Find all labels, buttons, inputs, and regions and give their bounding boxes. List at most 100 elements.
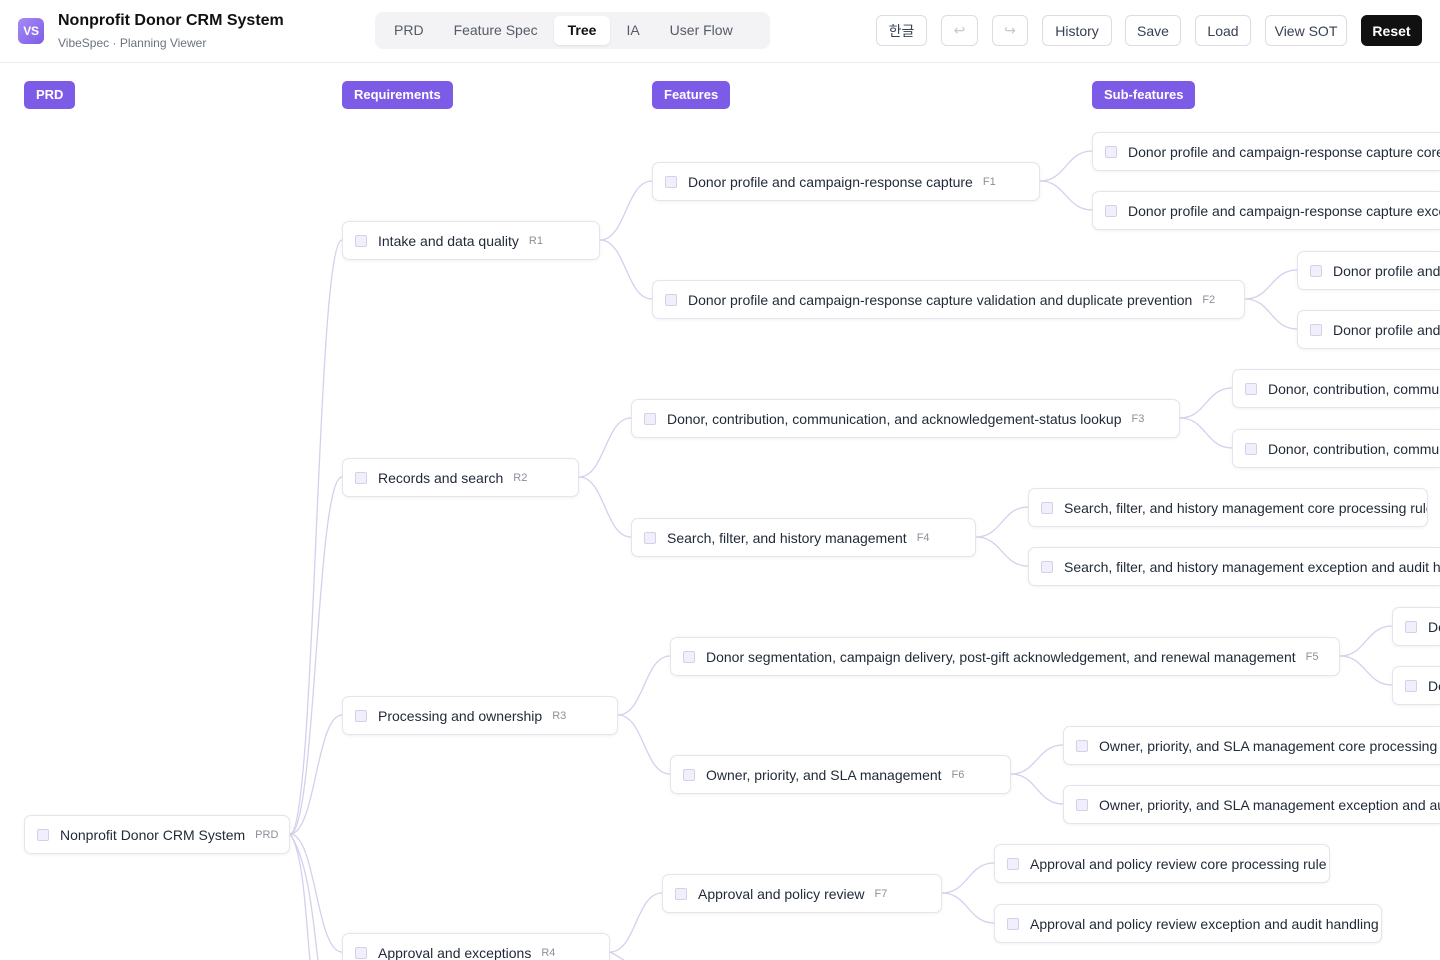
connector-f5-s10 <box>1339 655 1393 686</box>
node-label: Donor profile and campaign-response capt… <box>1128 143 1440 160</box>
node-checkbox[interactable] <box>675 887 687 900</box>
connector-r1-f2 <box>599 239 653 300</box>
node-label: Processing and ownership <box>378 707 543 724</box>
node-checkbox[interactable] <box>665 175 677 188</box>
node-label: Donor, contribution, communic <box>1268 440 1440 457</box>
tree-node-subfeature[interactable]: Approval and policy review core processi… <box>994 844 1330 883</box>
tree-node-feature[interactable]: Approval and policy review F7 <box>662 874 942 913</box>
tree-node-subfeature[interactable]: Approval and policy review exception and… <box>994 904 1382 943</box>
node-checkbox[interactable] <box>355 946 367 959</box>
redo-button[interactable]: ↪ <box>992 15 1028 46</box>
history-button[interactable]: History <box>1042 15 1112 46</box>
tree-node-requirement[interactable]: Approval and exceptions R4 <box>342 933 610 960</box>
node-checkbox[interactable] <box>1245 382 1257 395</box>
tree-node-feature[interactable]: Donor, contribution, communication, and … <box>631 399 1180 438</box>
tree-node-subfeature[interactable]: Do <box>1392 666 1440 705</box>
connector-r2-f4 <box>578 476 632 538</box>
node-label: Owner, priority, and SLA management exce… <box>1099 796 1440 813</box>
tree-node-subfeature[interactable]: Search, filter, and history management c… <box>1028 488 1428 527</box>
node-checkbox[interactable] <box>665 293 677 306</box>
save-button[interactable]: Save <box>1125 15 1181 46</box>
undo-button[interactable]: ↩ <box>941 15 978 46</box>
tree-node-subfeature[interactable]: Donor, contribution, communic <box>1232 429 1440 468</box>
tree-node-feature[interactable]: Donor segmentation, campaign delivery, p… <box>670 637 1340 676</box>
tab-user-flow[interactable]: User Flow <box>656 16 747 45</box>
node-checkbox[interactable] <box>355 471 367 484</box>
tree-node-subfeature[interactable]: Donor, contribution, communic <box>1232 369 1440 408</box>
node-checkbox[interactable] <box>1076 739 1088 752</box>
node-checkbox[interactable] <box>1076 798 1088 811</box>
node-checkbox[interactable] <box>1105 204 1117 217</box>
node-label: Owner, priority, and SLA management core… <box>1099 737 1440 754</box>
node-checkbox[interactable] <box>1105 145 1117 158</box>
app-subtitle: VibeSpec · Planning Viewer <box>58 36 207 50</box>
node-checkbox[interactable] <box>1310 264 1322 277</box>
node-label: Search, filter, and history management <box>667 529 907 546</box>
node-label: Owner, priority, and SLA management <box>706 766 942 783</box>
load-button[interactable]: Load <box>1195 15 1251 46</box>
connector-r3-f5 <box>617 655 671 716</box>
node-checkbox[interactable] <box>1405 620 1417 633</box>
tree-node-feature[interactable]: Owner, priority, and SLA management F6 <box>670 755 1011 794</box>
undo-icon: ↩ <box>953 22 966 38</box>
view-sot-button[interactable]: View SOT <box>1265 15 1347 46</box>
app-logo-icon: VS <box>18 18 44 44</box>
connector-f1-s1 <box>1039 150 1093 182</box>
node-label: Do <box>1428 677 1440 694</box>
node-label: Donor segmentation, campaign delivery, p… <box>706 648 1296 665</box>
node-checkbox[interactable] <box>1405 679 1417 692</box>
node-checkbox[interactable] <box>683 650 695 663</box>
connector-root-r3 <box>289 714 343 835</box>
column-label-requirements: Requirements <box>342 81 453 109</box>
node-label: Approval and exceptions <box>378 944 532 960</box>
tree-node-subfeature[interactable]: Donor profile and c <box>1297 251 1440 290</box>
node-tag: R2 <box>513 471 528 484</box>
connector-f7-s13 <box>941 862 995 894</box>
reset-button[interactable]: Reset <box>1361 15 1422 46</box>
tree-canvas[interactable]: PRD Requirements Features Sub-features N… <box>0 63 1440 960</box>
node-checkbox[interactable] <box>37 828 49 841</box>
node-checkbox[interactable] <box>1041 560 1053 573</box>
node-checkbox[interactable] <box>644 531 656 544</box>
node-tag: R1 <box>528 234 543 247</box>
tab-feature-spec[interactable]: Feature Spec <box>440 16 552 45</box>
node-tag: F2 <box>1202 293 1216 306</box>
tree-node-subfeature[interactable]: Owner, priority, and SLA management core… <box>1063 726 1440 765</box>
tab-prd[interactable]: PRD <box>380 16 438 45</box>
node-tag: F1 <box>982 175 996 188</box>
view-tabs: PRD Feature Spec Tree IA User Flow <box>375 12 770 49</box>
node-tag: PRD <box>255 828 279 841</box>
tab-tree[interactable]: Tree <box>553 16 611 45</box>
connector-f7-s14 <box>941 892 995 924</box>
tree-node-feature[interactable]: Search, filter, and history management F… <box>631 518 976 557</box>
tree-node-subfeature[interactable]: Do <box>1392 607 1440 646</box>
tree-node-subfeature[interactable]: Donor profile and campaign-response capt… <box>1092 191 1440 230</box>
tab-ia[interactable]: IA <box>612 16 653 45</box>
node-checkbox[interactable] <box>1007 857 1019 870</box>
node-checkbox[interactable] <box>683 768 695 781</box>
node-tag: F5 <box>1305 650 1319 663</box>
node-checkbox[interactable] <box>355 234 367 247</box>
connector-f6-s11 <box>1010 744 1064 775</box>
tree-node-subfeature[interactable]: Search, filter, and history management e… <box>1028 547 1440 586</box>
connector-f2-s4 <box>1244 298 1298 330</box>
tree-node-root[interactable]: Nonprofit Donor CRM System PRD <box>24 815 290 854</box>
tree-node-requirement[interactable]: Records and search R2 <box>342 458 579 497</box>
node-checkbox[interactable] <box>644 412 656 425</box>
tree-node-subfeature[interactable]: Donor profile and campaign-response capt… <box>1092 132 1440 171</box>
tree-node-requirement[interactable]: Processing and ownership R3 <box>342 696 618 735</box>
language-toggle-button[interactable]: 한글 <box>876 15 927 46</box>
node-tag: F4 <box>916 531 930 544</box>
connector-root-r1 <box>289 239 343 835</box>
tree-node-feature[interactable]: Donor profile and campaign-response capt… <box>652 162 1040 201</box>
tree-node-subfeature[interactable]: Owner, priority, and SLA management exce… <box>1063 785 1440 824</box>
node-checkbox[interactable] <box>1310 323 1322 336</box>
tree-node-feature[interactable]: Donor profile and campaign-response capt… <box>652 280 1245 319</box>
tree-node-subfeature[interactable]: Donor profile and c <box>1297 310 1440 349</box>
node-checkbox[interactable] <box>1041 501 1053 514</box>
node-checkbox[interactable] <box>1245 442 1257 455</box>
tree-node-requirement[interactable]: Intake and data quality R1 <box>342 221 600 260</box>
connector-f4-s7 <box>975 506 1029 538</box>
node-checkbox[interactable] <box>355 709 367 722</box>
node-checkbox[interactable] <box>1007 917 1019 930</box>
